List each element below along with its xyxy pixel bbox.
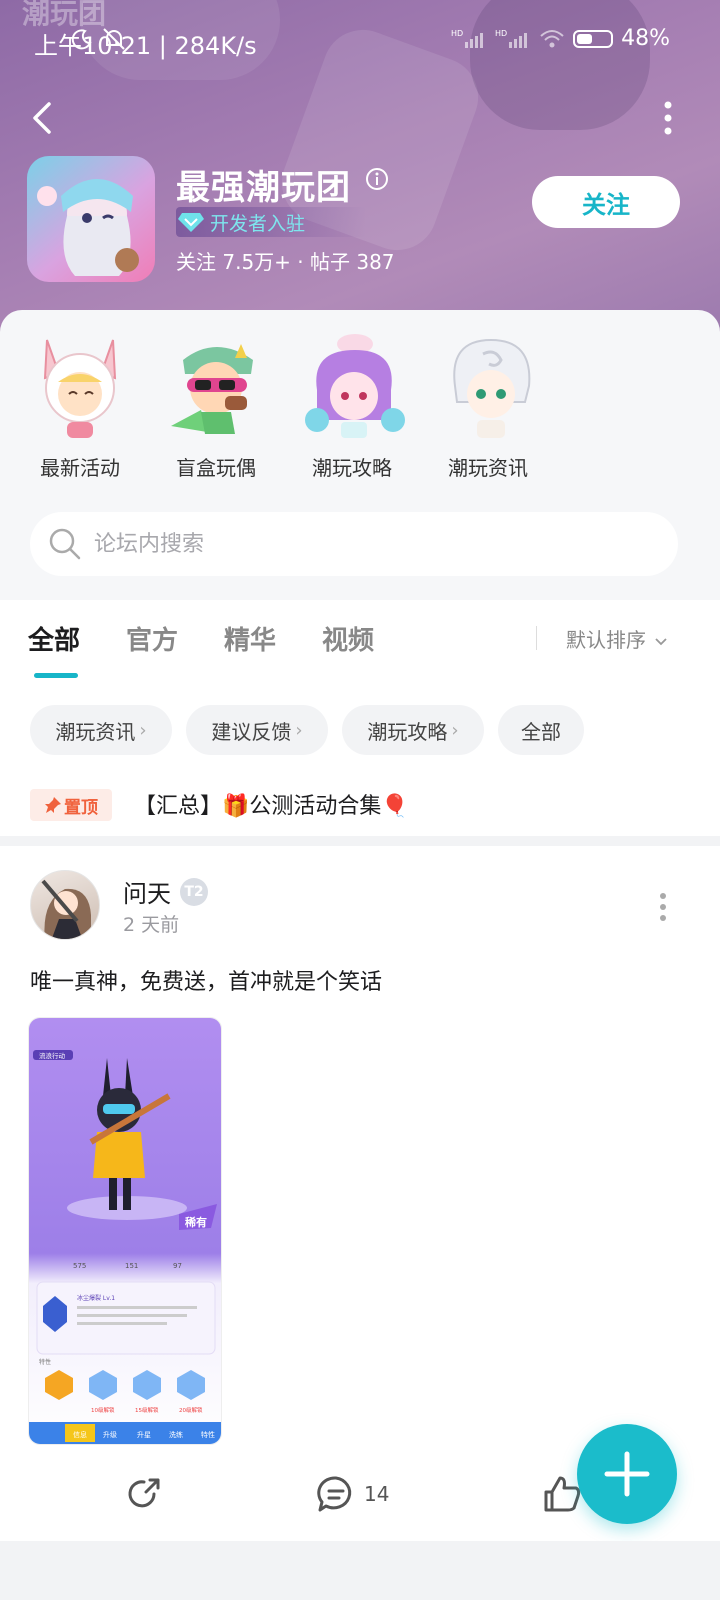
post-author[interactable]: 问天	[123, 874, 171, 909]
shortcut-label: 最新活动	[40, 456, 120, 480]
back-button[interactable]	[24, 96, 60, 140]
chip-label: 全部	[521, 719, 561, 744]
status-indicators: HD HD 48%	[71, 26, 670, 51]
tab-video[interactable]: 视频	[322, 620, 374, 657]
pin-icon	[45, 797, 61, 813]
tab-featured[interactable]: 精华	[224, 620, 276, 657]
user-avatar-image	[41, 879, 91, 939]
tab-all[interactable]: 全部	[28, 620, 80, 657]
svg-text:20级解锁: 20级解锁	[179, 1406, 203, 1414]
post-image[interactable]: 流浪行动 稀有 575 151 97 冰尘爆裂 Lv.1 特性 10级解锁 15…	[28, 1017, 222, 1445]
svg-text:10级解锁: 10级解锁	[91, 1406, 115, 1414]
header-decoration	[470, 0, 650, 130]
svg-text:特性: 特性	[201, 1430, 215, 1439]
chip-all[interactable]: 全部	[498, 705, 584, 755]
forum-title: 最强潮玩团	[176, 168, 351, 208]
mute-bell-icon	[103, 28, 125, 50]
status-bar: 上午10:21 | 284K/s HD HD 48%	[0, 22, 720, 62]
game-character-icon	[37, 179, 139, 276]
white-hair-character-icon	[433, 330, 543, 440]
info-icon[interactable]	[365, 167, 389, 191]
share-icon	[128, 1478, 160, 1508]
svg-text:冰尘爆裂 Lv.1: 冰尘爆裂 Lv.1	[77, 1294, 115, 1302]
game-screenshot-image: 流浪行动 稀有 575 151 97 冰尘爆裂 Lv.1 特性 10级解锁 15…	[29, 1018, 221, 1444]
status-time: 上午10:21 | 284K/s	[34, 32, 257, 60]
purple-hair-character-icon	[297, 330, 407, 440]
forum-app-icon	[27, 156, 155, 282]
signal-icon: HD	[495, 29, 528, 48]
tab-official[interactable]: 官方	[126, 620, 178, 657]
svg-text:流浪行动: 流浪行动	[39, 1051, 66, 1060]
svg-text:升星: 升星	[137, 1430, 151, 1439]
svg-text:151: 151	[125, 1262, 138, 1270]
comment-icon	[317, 1476, 352, 1512]
chip-guides[interactable]: 潮玩攻略 ›	[342, 705, 484, 755]
like-button[interactable]	[542, 1472, 582, 1516]
follow-button[interactable]: 关注	[532, 176, 680, 228]
svg-text:97: 97	[173, 1262, 182, 1270]
chip-label: 建议反馈	[211, 719, 292, 744]
shortcut-latest-events[interactable]: 最新活动	[20, 330, 140, 481]
svg-text:575: 575	[73, 1262, 86, 1270]
sort-label: 默认排序	[566, 628, 646, 652]
shortcut-blind-box-dolls[interactable]: 盲盒玩偶	[156, 330, 276, 481]
svg-text:15级解锁: 15级解锁	[135, 1406, 159, 1414]
feed-separator	[0, 1541, 720, 1600]
comment-button[interactable]: 14	[316, 1472, 389, 1516]
developer-badge-label: 开发者入驻	[210, 212, 306, 235]
pinned-title[interactable]: 【汇总】🎁公测活动合集🎈	[134, 788, 409, 820]
bunny-hood-character-icon	[25, 330, 135, 440]
search-input[interactable]	[94, 531, 614, 557]
svg-text:信息: 信息	[73, 1430, 87, 1439]
svg-text:稀有: 稀有	[185, 1215, 207, 1229]
signal-icon: HD	[451, 29, 484, 48]
battery-percent: 48%	[621, 26, 670, 51]
svg-text:洗练: 洗练	[169, 1430, 183, 1439]
create-post-button[interactable]	[577, 1424, 677, 1524]
chip-label: 潮玩资讯	[55, 719, 136, 744]
post-more-icon[interactable]	[656, 892, 670, 922]
sunglasses-character-icon	[161, 330, 271, 440]
avatar[interactable]	[30, 870, 100, 940]
divider	[536, 626, 537, 650]
shortcut-trendy-guides[interactable]: 潮玩攻略	[292, 330, 412, 481]
shortcut-label: 潮玩资讯	[448, 456, 528, 480]
chevron-right-icon: ›	[295, 719, 303, 741]
svg-text:HD: HD	[495, 29, 507, 38]
share-button[interactable]	[124, 1472, 164, 1516]
forum-stats: 关注 7.5万+ · 帖子 387	[176, 250, 395, 274]
diamond-icon	[178, 213, 204, 232]
pinned-label: 置顶	[64, 797, 98, 818]
moon-icon	[71, 29, 92, 50]
pinned-badge: 置顶	[30, 789, 112, 821]
battery-icon	[573, 29, 614, 48]
shortcut-label: 盲盒玩偶	[176, 456, 256, 480]
sort-dropdown[interactable]: 默认排序	[566, 624, 668, 653]
shortcut-label: 潮玩攻略	[312, 456, 392, 480]
svg-text:HD: HD	[451, 29, 463, 38]
plus-icon	[604, 1451, 650, 1497]
back-arrow-icon	[33, 102, 51, 134]
wifi-icon	[540, 29, 564, 47]
post-text[interactable]: 唯一真神，免费送，首冲就是个笑话	[30, 964, 382, 996]
chip-feedback[interactable]: 建议反馈 ›	[186, 705, 328, 755]
more-options-icon[interactable]	[660, 100, 676, 136]
chevron-right-icon: ›	[451, 719, 459, 741]
chip-trendy-news[interactable]: 潮玩资讯 ›	[30, 705, 172, 755]
search-icon	[49, 528, 81, 560]
chevron-down-icon	[655, 638, 667, 646]
forum-search-bar[interactable]	[30, 512, 678, 576]
developer-badge: 开发者入驻	[176, 207, 366, 237]
post-time: 2 天前	[123, 914, 180, 936]
thumbs-up-icon	[544, 1476, 581, 1512]
active-tab-indicator	[34, 673, 78, 678]
shortcut-trendy-news[interactable]: 潮玩资讯	[428, 330, 548, 481]
svg-text:升级: 升级	[103, 1430, 117, 1439]
chevron-right-icon: ›	[139, 719, 147, 741]
user-level-badge: T2	[180, 878, 208, 906]
comment-count: 14	[364, 1482, 390, 1506]
svg-text:特性: 特性	[39, 1358, 51, 1366]
chip-label: 潮玩攻略	[367, 719, 448, 744]
